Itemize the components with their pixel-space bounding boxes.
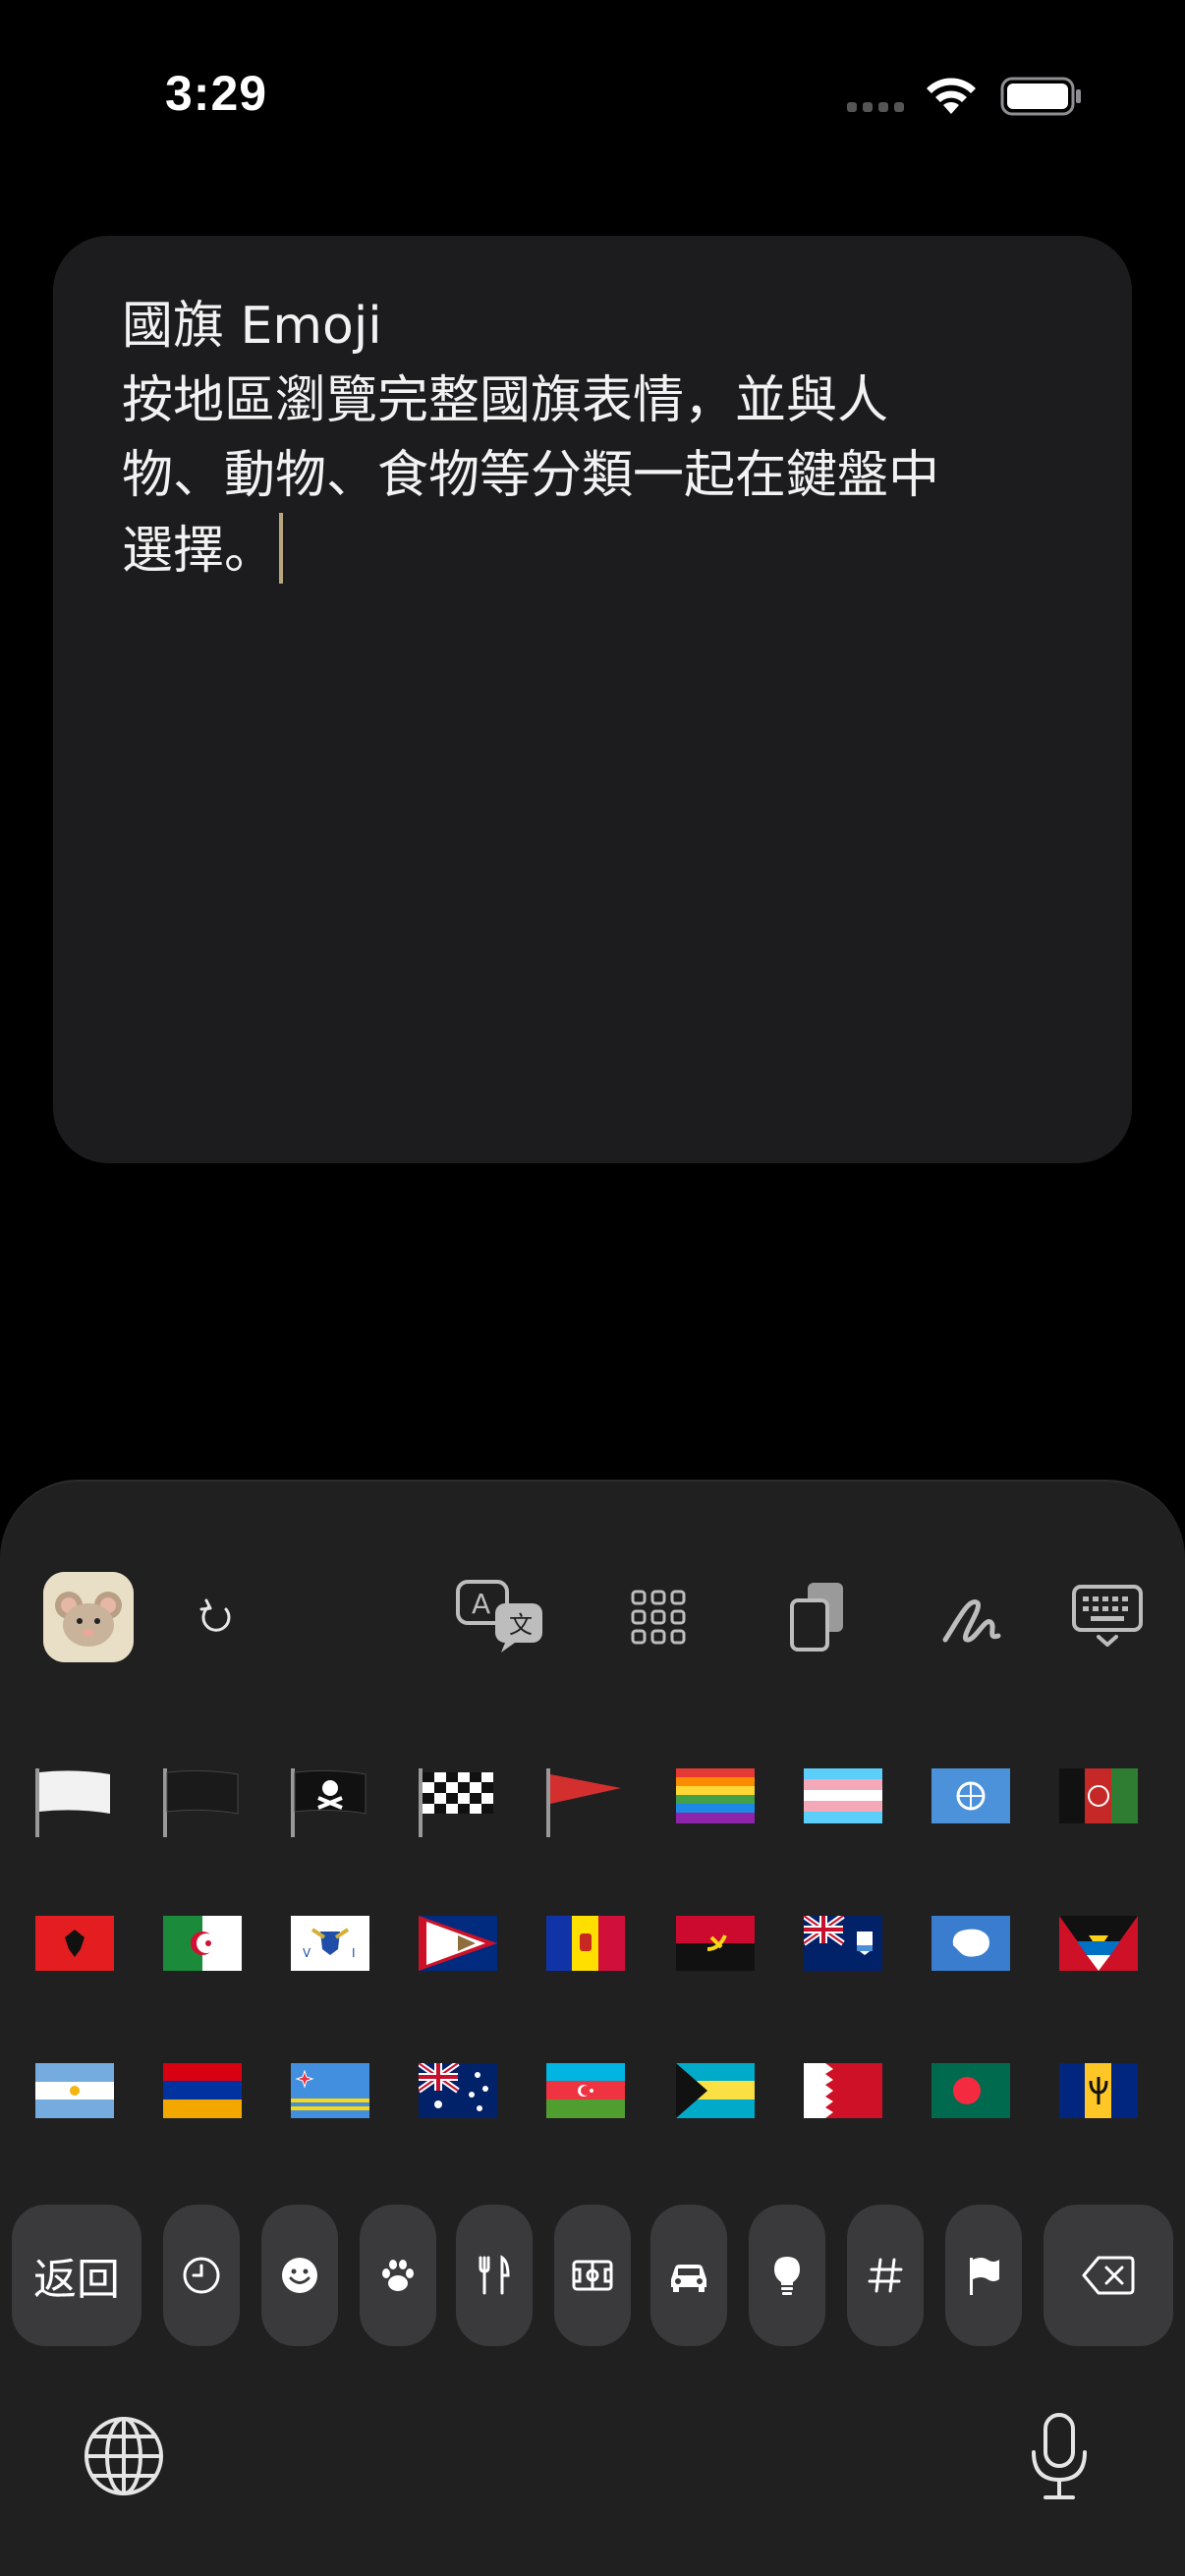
svg-text:A: A: [472, 1588, 490, 1620]
globe-icon[interactable]: [83, 2415, 165, 2497]
status-time: 3:29: [165, 66, 268, 121]
us-virgin-islands-flag[interactable]: VI: [291, 1916, 369, 1971]
albania-flag[interactable]: [35, 1916, 114, 1971]
black-flag[interactable]: [163, 1768, 242, 1837]
united-nations-flag[interactable]: [931, 1768, 1010, 1823]
bangladesh-flag[interactable]: [931, 2063, 1010, 2118]
flag-icon[interactable]: [945, 2205, 1022, 2346]
australia-flag[interactable]: [419, 2063, 497, 2118]
argentina-flag[interactable]: [35, 2063, 114, 2118]
cellular-signal-icon: [847, 102, 908, 114]
american-samoa-flag[interactable]: [419, 1916, 497, 1971]
refresh-icon[interactable]: [187, 1588, 246, 1647]
smiley-icon[interactable]: [261, 2205, 338, 2346]
svg-text:文: 文: [509, 1611, 533, 1639]
back-label: 返回: [33, 2255, 120, 2305]
andorra-flag[interactable]: [546, 1916, 625, 1971]
note-text: 國旗 Emoji 按地區瀏覽完整國旗表情，並與人 物、動物、食物等分類一起在鍵盤…: [122, 289, 1055, 588]
afghanistan-flag[interactable]: [1059, 1768, 1138, 1823]
azerbaijan-flag[interactable]: [546, 2063, 625, 2118]
svg-text:I: I: [352, 1946, 356, 1960]
fork-knife-icon[interactable]: [456, 2205, 533, 2346]
white-flag[interactable]: [35, 1768, 114, 1837]
soccer-field-icon[interactable]: [554, 2205, 631, 2346]
wifi-icon: [927, 78, 976, 114]
transgender-flag[interactable]: [804, 1768, 882, 1823]
antigua-barbuda-flag[interactable]: [1059, 1916, 1138, 1971]
grid-icon[interactable]: [627, 1586, 690, 1649]
anguilla-flag[interactable]: [804, 1916, 882, 1971]
pirate-flag[interactable]: [291, 1768, 369, 1837]
armenia-flag[interactable]: [163, 2063, 242, 2118]
text-caret: [279, 513, 284, 584]
battery-icon: [1000, 77, 1081, 116]
triangular-flag[interactable]: [546, 1768, 625, 1837]
angola-flag[interactable]: [676, 1916, 755, 1971]
car-icon[interactable]: [650, 2205, 727, 2346]
clipboard-icon[interactable]: [786, 1578, 849, 1654]
delete-key[interactable]: [1044, 2205, 1173, 2346]
rainbow-flag[interactable]: [676, 1768, 755, 1823]
microphone-icon[interactable]: [1028, 2411, 1091, 2503]
translate-icon[interactable]: A 文: [454, 1578, 548, 1656]
keyboard-dismiss-icon[interactable]: [1071, 1584, 1144, 1649]
clock-icon[interactable]: [163, 2205, 240, 2346]
bahrain-flag[interactable]: [804, 2063, 882, 2118]
aruba-flag[interactable]: [291, 2063, 369, 2118]
algeria-flag[interactable]: [163, 1916, 242, 1971]
barbados-flag[interactable]: [1059, 2063, 1138, 2118]
antarctica-flag[interactable]: [931, 1916, 1010, 1971]
svg-text:V: V: [303, 1946, 311, 1960]
hash-icon[interactable]: [847, 2205, 924, 2346]
back-button[interactable]: 返回: [12, 2205, 141, 2346]
checkered-flag[interactable]: [419, 1768, 497, 1837]
app-icon[interactable]: [43, 1572, 134, 1662]
lightbulb-icon[interactable]: [749, 2205, 825, 2346]
paw-icon[interactable]: [360, 2205, 436, 2346]
bahamas-flag[interactable]: [676, 2063, 755, 2118]
scribble-icon[interactable]: [937, 1584, 1006, 1652]
emoji-keyboard: [0, 1480, 1185, 2576]
